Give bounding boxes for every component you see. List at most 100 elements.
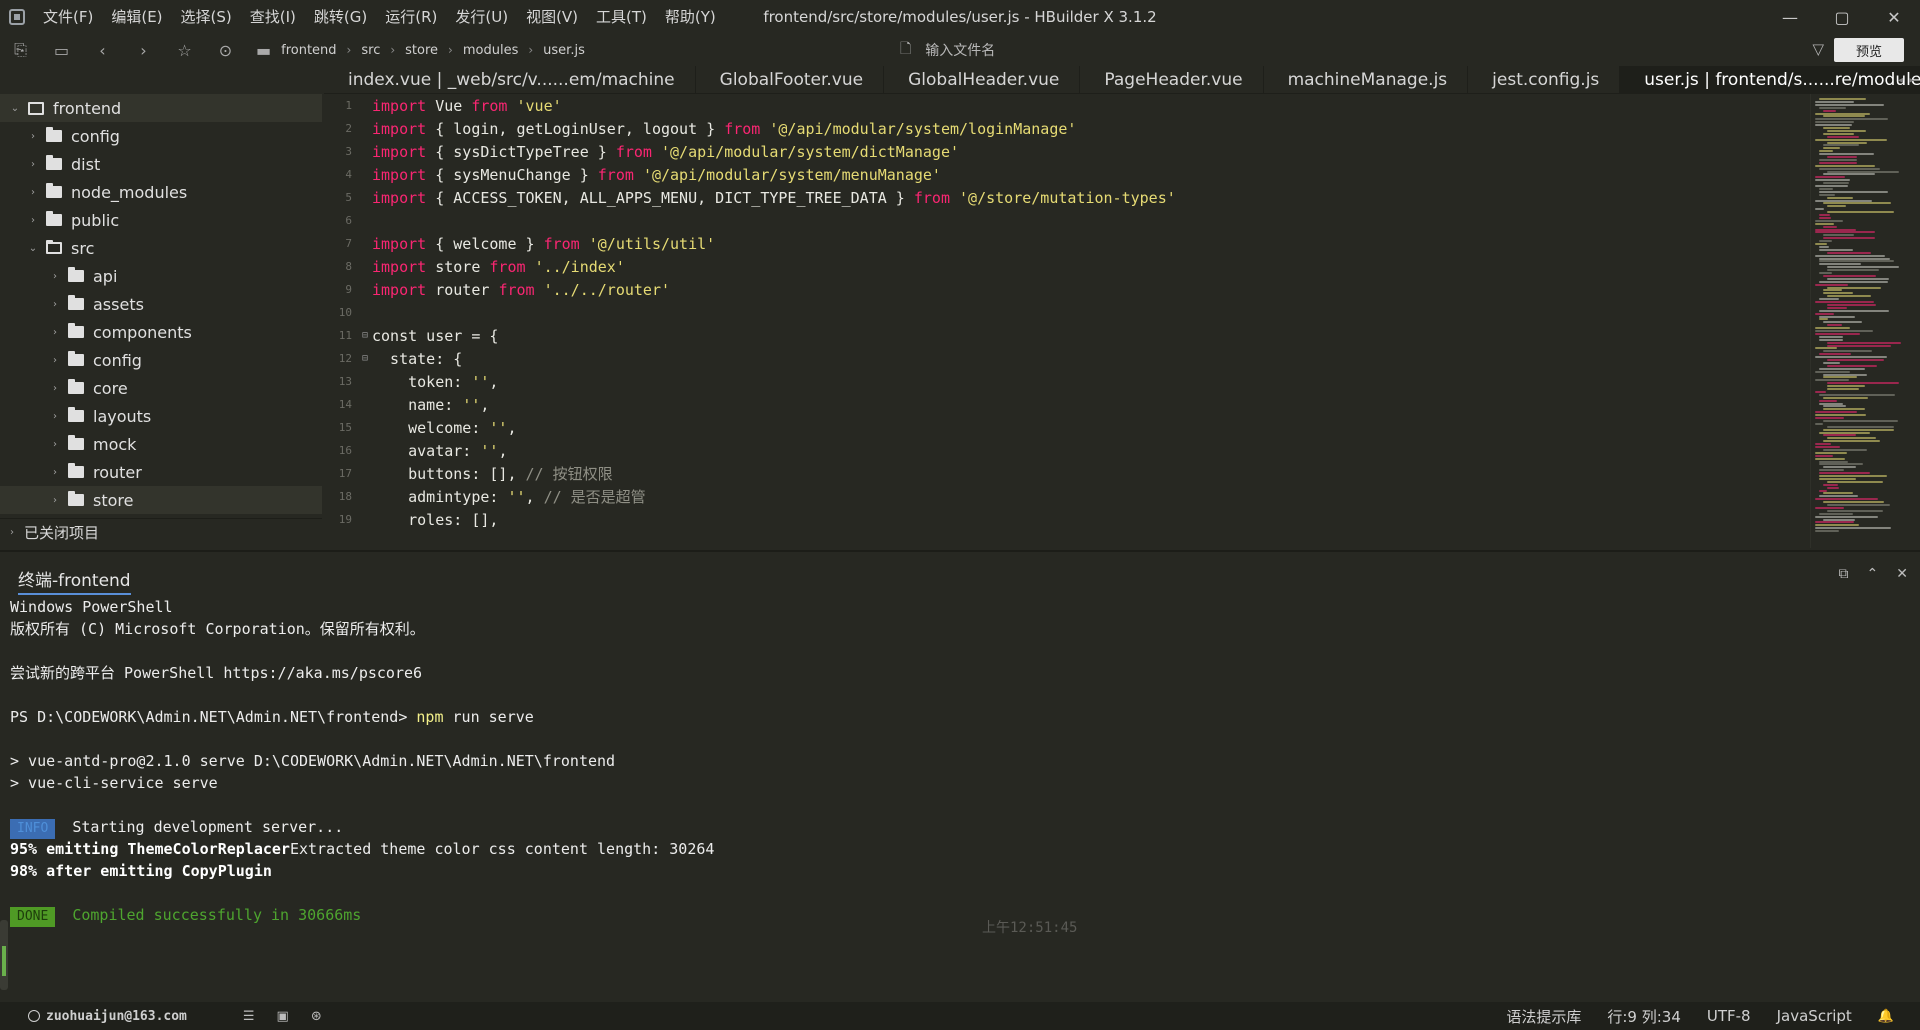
terminal-clear-icon[interactable]: ⧉ (1839, 566, 1849, 582)
minimap-line (1815, 283, 1848, 286)
terminal-close-icon[interactable]: ✕ (1896, 566, 1908, 582)
code-line[interactable]: 5 import { ACCESS_TOKEN, ALL_APPS_MENU, D… (324, 186, 1810, 209)
minimap[interactable] (1810, 94, 1910, 548)
terminal-scrollbar[interactable] (0, 920, 8, 990)
menu-edit[interactable]: 编辑(E) (102, 0, 171, 34)
language-mode[interactable]: JavaScript (1777, 1007, 1852, 1025)
code-line[interactable]: 10 (324, 301, 1810, 324)
tree-item-store[interactable]: › store (0, 486, 322, 514)
menu-find[interactable]: 查找(I) (241, 0, 305, 34)
code-editor[interactable]: 1 import Vue from 'vue' 2 import { login, g… (324, 94, 1810, 548)
minimap-line (1815, 347, 1837, 350)
code-line[interactable]: 11 ⊟ const user = { (324, 324, 1810, 347)
code-line[interactable]: 6 (324, 209, 1810, 232)
code-line[interactable]: 15 welcome: '', (324, 416, 1810, 439)
minimap-line (1827, 266, 1899, 269)
terminal-icon[interactable]: ▣ (277, 1009, 289, 1024)
terminal-maximize-icon[interactable]: ⌃ (1867, 566, 1879, 582)
tree-item-dist[interactable]: › dist (0, 150, 322, 178)
tree-item-api[interactable]: › api (0, 262, 322, 290)
code-line[interactable]: 1 import Vue from 'vue' (324, 94, 1810, 117)
code-line[interactable]: 19 roles: [], (324, 508, 1810, 531)
cursor-position[interactable]: 行:9 列:34 (1607, 1006, 1681, 1027)
favorite-star-icon[interactable]: ☆ (164, 34, 205, 66)
tree-item-core[interactable]: › core (0, 374, 322, 402)
tab-globalfooter-vue[interactable]: GlobalFooter.vue (696, 66, 885, 93)
breadcrumb-src[interactable]: src (357, 43, 384, 58)
code-line[interactable]: 7 import { welcome } from '@/utils/util' (324, 232, 1810, 255)
minimap-line (1823, 408, 1865, 411)
syntax-library[interactable]: 语法提示库 (1506, 1006, 1581, 1027)
file-encoding[interactable]: UTF-8 (1707, 1007, 1751, 1025)
menu-select[interactable]: 选择(S) (172, 0, 241, 34)
back-icon[interactable]: ‹ (82, 34, 123, 66)
tree-item-router[interactable]: › router (0, 458, 322, 486)
fold-toggle-icon[interactable]: ⊟ (358, 353, 372, 364)
close-button[interactable]: ✕ (1868, 0, 1920, 34)
run-icon[interactable]: ⊙ (205, 34, 246, 66)
code-line[interactable]: 17 buttons: [], // 按钮权限 (324, 462, 1810, 485)
tree-item-mock[interactable]: › mock (0, 430, 322, 458)
code-line[interactable]: 3 import { sysDictTypeTree } from '@/api/… (324, 140, 1810, 163)
menu-publish[interactable]: 发行(U) (446, 0, 517, 34)
plugin-icon[interactable]: ⊛ (311, 1009, 322, 1024)
code-line[interactable]: 9 import router from '../../router' (324, 278, 1810, 301)
new-file-icon[interactable]: ⎘ (0, 34, 41, 66)
closed-projects[interactable]: › 已关闭项目 (0, 518, 322, 546)
terminal-tab[interactable]: 终端-frontend (18, 566, 131, 595)
breadcrumb-modules[interactable]: modules (459, 43, 523, 58)
file-search-input[interactable] (925, 42, 1226, 58)
save-icon[interactable]: ▭ (41, 34, 82, 66)
tab-index-vue[interactable]: index.vue | _web/src/v......em/machine (324, 66, 696, 93)
fold-toggle-icon[interactable]: ⊟ (358, 330, 372, 341)
menu-file[interactable]: 文件(F) (34, 0, 102, 34)
tab-pageheader-vue[interactable]: PageHeader.vue (1080, 66, 1264, 93)
terminal-command: npm (416, 708, 444, 726)
code-line[interactable]: 16 avatar: '', (324, 439, 1810, 462)
tab-scroll-right-icon[interactable]: ▸ (1909, 75, 1914, 86)
tree-item-assets[interactable]: › assets (0, 290, 322, 318)
tree-item-config[interactable]: › config (0, 122, 322, 150)
tree-item-node-modules[interactable]: › node_modules (0, 178, 322, 206)
code-line[interactable]: 13 token: '', (324, 370, 1810, 393)
maximize-button[interactable]: ▢ (1816, 0, 1868, 34)
menu-view[interactable]: 视图(V) (517, 0, 587, 34)
minimap-line (1819, 335, 1843, 338)
forward-icon[interactable]: › (123, 34, 164, 66)
code-line[interactable]: 18 admintype: '', // 是否是超管 (324, 485, 1810, 508)
tree-item-label: core (93, 378, 128, 398)
preview-button[interactable]: 预览 (1834, 38, 1904, 62)
tree-item-src[interactable]: ⌄ src (0, 234, 322, 262)
menu-tools[interactable]: 工具(T) (587, 0, 656, 34)
line-number: 3 (345, 145, 352, 158)
breadcrumb-frontend[interactable]: frontend (277, 43, 340, 58)
minimize-button[interactable]: — (1764, 0, 1816, 34)
notification-bell-icon[interactable]: 🔔 (1878, 1009, 1894, 1024)
tree-item-layouts[interactable]: › layouts (0, 402, 322, 430)
tab-globalheader-vue[interactable]: GlobalHeader.vue (884, 66, 1081, 93)
tree-item-src-config[interactable]: › config (0, 346, 322, 374)
minimap-line (1823, 144, 1859, 147)
tab-user-js[interactable]: user.js | frontend/s......re/modules (1620, 66, 1920, 93)
list-icon[interactable]: ☰ (243, 1009, 255, 1024)
menu-goto[interactable]: 跳转(G) (305, 0, 376, 34)
terminal-scroll-thumb[interactable] (2, 946, 6, 976)
menu-help[interactable]: 帮助(Y) (656, 0, 725, 34)
code-line[interactable]: 8 import store from '../index' (324, 255, 1810, 278)
menu-run[interactable]: 运行(R) (376, 0, 446, 34)
terminal-output[interactable]: Windows PowerShell 版权所有 (C) Microsoft Co… (0, 596, 1900, 996)
tree-item-components[interactable]: › components (0, 318, 322, 346)
tab-jest-config-js[interactable]: jest.config.js (1468, 66, 1621, 93)
filter-icon[interactable]: ▽ (1812, 40, 1824, 58)
code-line[interactable]: 2 import { login, getLoginUser, logout } … (324, 117, 1810, 140)
tab-machinemanage-js[interactable]: machineManage.js (1264, 66, 1469, 93)
tree-item-public[interactable]: › public (0, 206, 322, 234)
account[interactable]: zuohuaijun@163.com (28, 1009, 187, 1024)
code-line[interactable]: 4 import { sysMenuChange } from '@/api/mo… (324, 163, 1810, 186)
code-line[interactable]: 14 name: '', (324, 393, 1810, 416)
code-line[interactable]: 12 ⊟ state: { (324, 347, 1810, 370)
tree-item-frontend[interactable]: ⌄ frontend (0, 94, 322, 122)
breadcrumb-userjs[interactable]: user.js (539, 43, 589, 58)
tab-scroll-left-icon[interactable]: ◂ (1898, 75, 1903, 86)
breadcrumb-store[interactable]: store (401, 43, 442, 58)
